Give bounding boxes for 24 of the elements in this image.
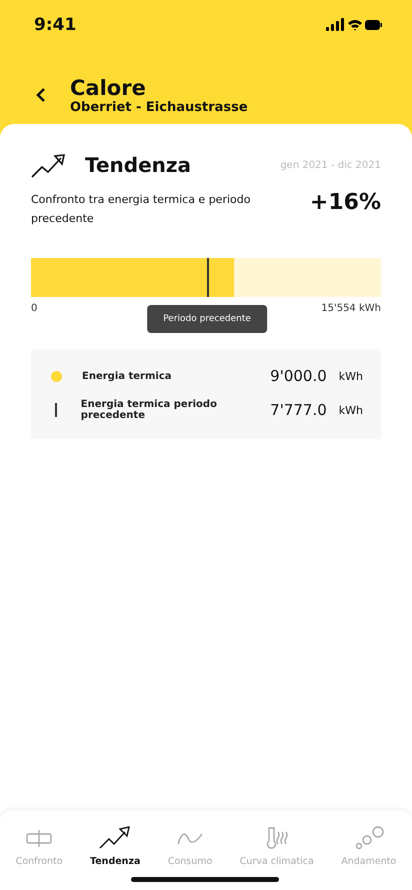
legend-label: Energia termica periodo precedente <box>80 399 218 421</box>
scale-max-label: 15'554 kWh <box>321 303 381 316</box>
legend-unit: kWh <box>338 370 363 382</box>
nav-tab[interactable]: Confronto <box>16 810 63 890</box>
nav-tab[interactable]: Andamento <box>341 810 396 890</box>
period-label: gen 2021 - dic 2021 <box>280 160 381 170</box>
change-percentage: +16% <box>310 190 381 215</box>
legend-unit: kWh <box>338 404 363 416</box>
legend-value: 7'777.0 <box>270 401 327 419</box>
nav-tab[interactable]: Tendenza <box>90 810 140 890</box>
nav-tab[interactable]: Curva climatica <box>240 810 314 890</box>
legend-line-icon <box>55 403 57 417</box>
legend-label: Energia termica <box>82 370 172 382</box>
card-title: Tendenza <box>85 153 192 177</box>
status-icons <box>326 18 382 32</box>
comparison-description: Confronto tra energia termica e periodo precedente <box>31 192 252 227</box>
status-time: 9:41 <box>34 15 76 35</box>
page-subtitle: Oberriet - Eichaustrasse <box>70 100 248 114</box>
scale-min-label: 0 <box>31 303 38 316</box>
page-title: Calore <box>70 76 147 100</box>
nav-tab[interactable]: Consumo <box>168 810 212 890</box>
tooltip: Periodo precedente <box>147 305 267 333</box>
legend-dot-icon <box>51 370 62 382</box>
legend-value: 9'000.0 <box>270 367 327 385</box>
